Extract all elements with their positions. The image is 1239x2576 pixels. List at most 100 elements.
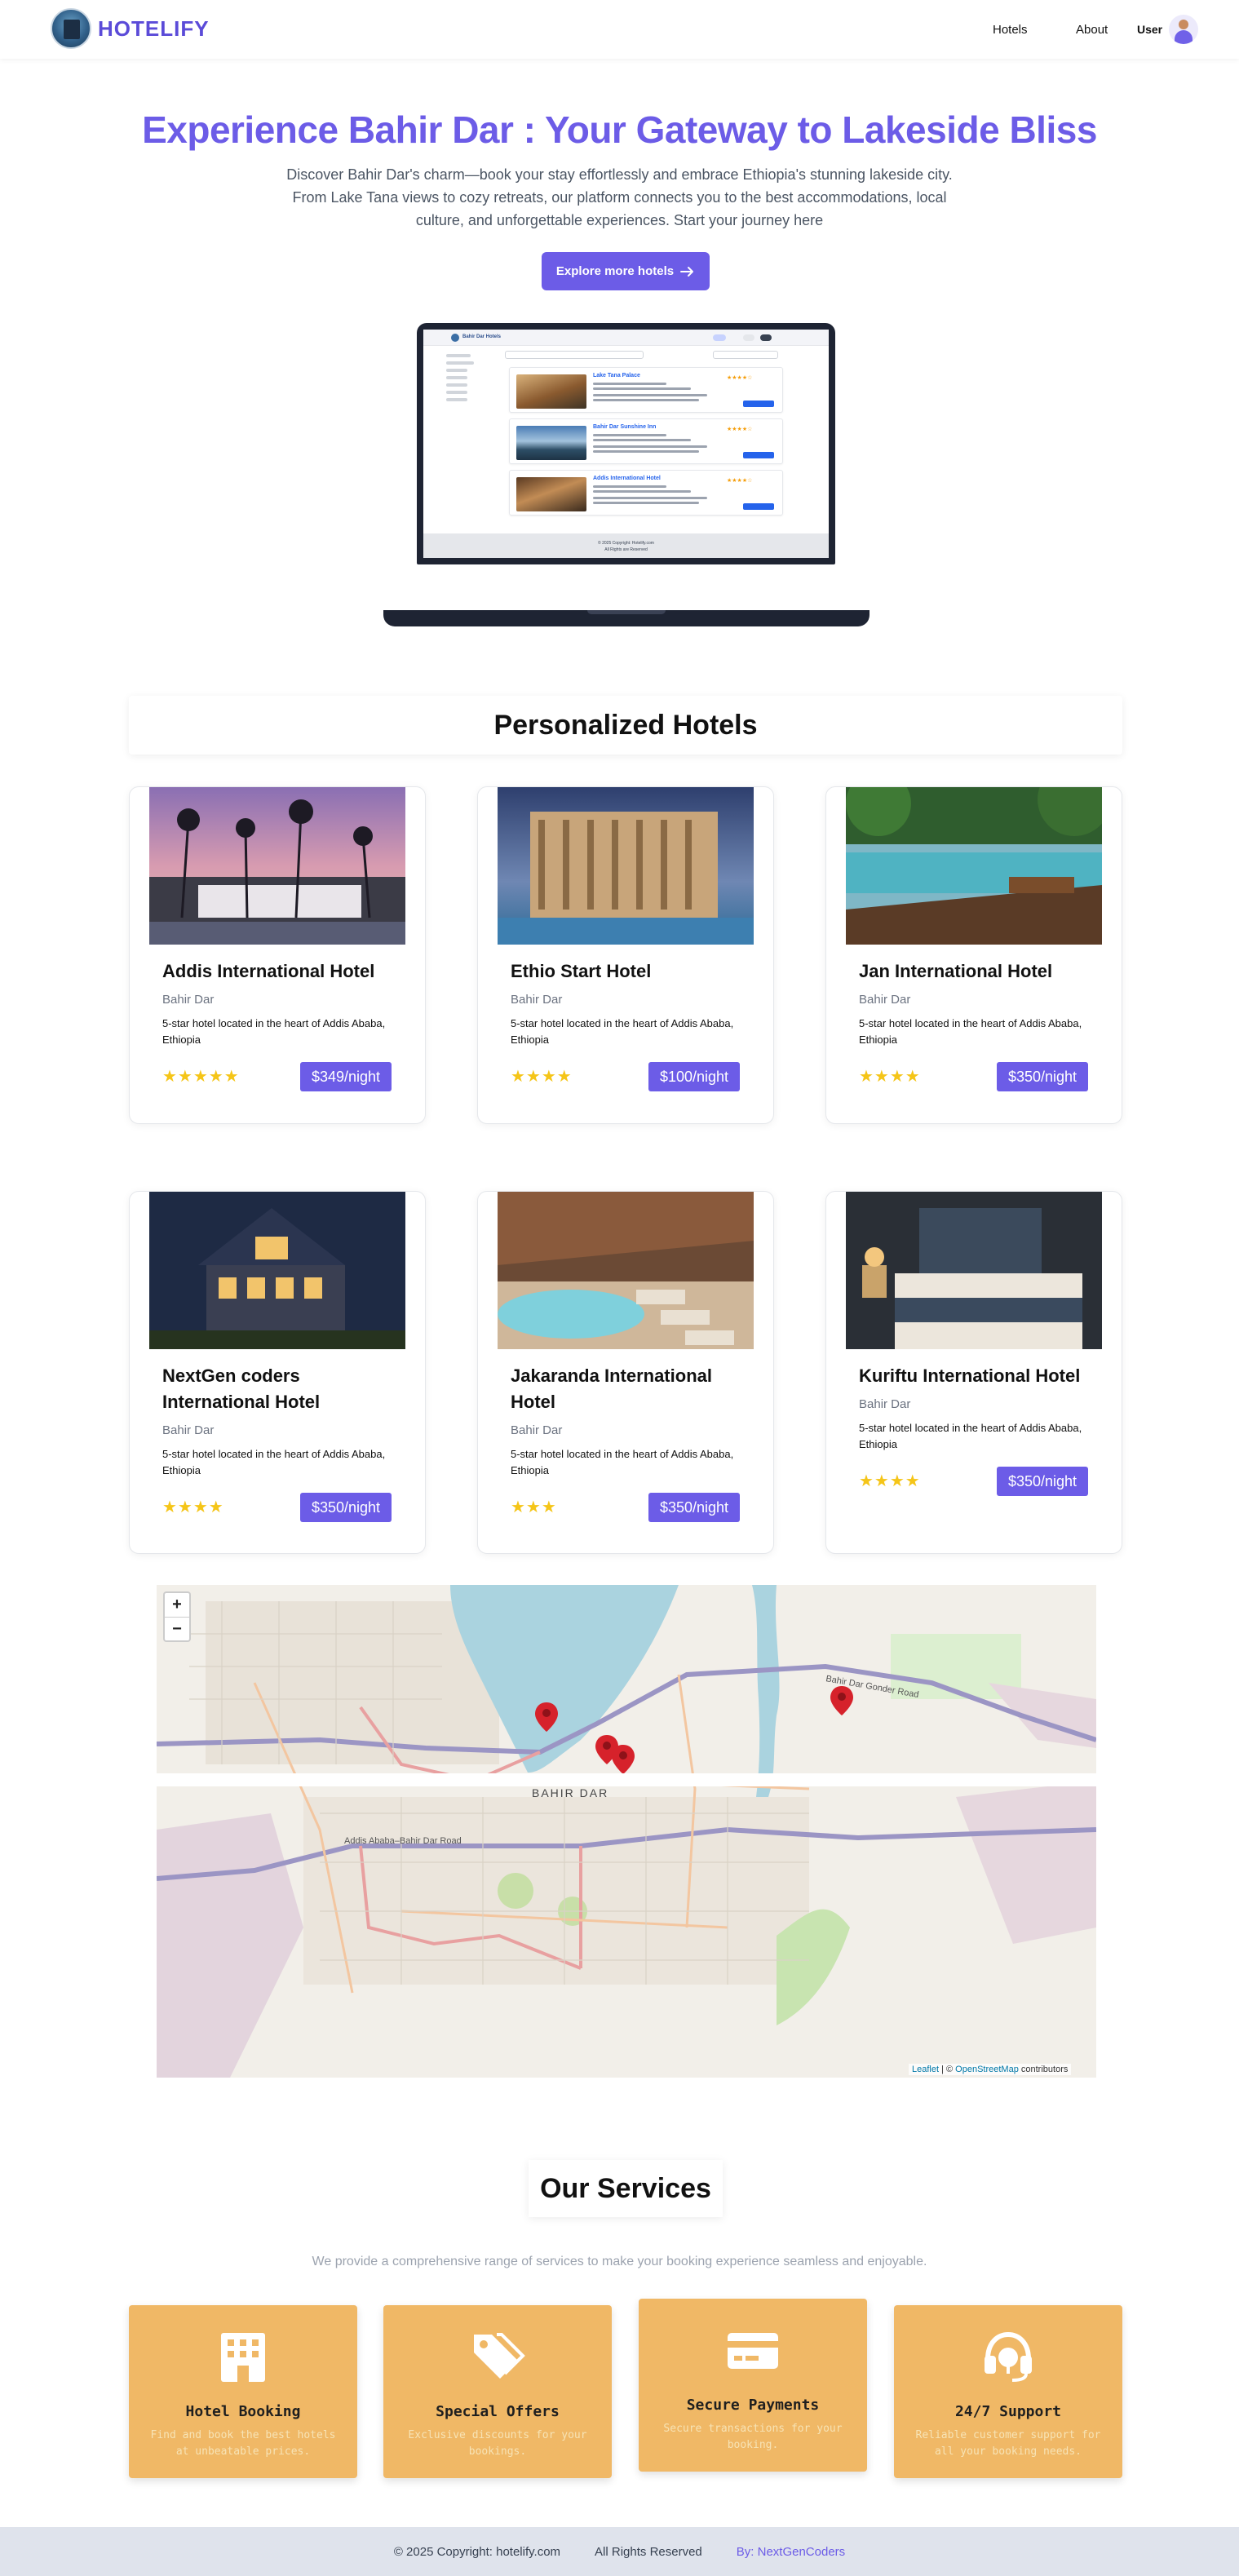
preview-footer: © 2025 Copyright: Hotelify.com All Right… bbox=[423, 533, 829, 558]
service-card-special-offers[interactable]: Special Offers Exclusive discounts for y… bbox=[383, 2305, 612, 2478]
map-attribution: Leaflet | © OpenStreetMap contributors bbox=[909, 2064, 1072, 2075]
hotel-name[interactable]: Jan International Hotel bbox=[859, 958, 1095, 985]
hotel-rating: ★★★ bbox=[511, 1498, 557, 1516]
hotel-card[interactable]: Addis International Hotel Bahir Dar 5-st… bbox=[129, 786, 426, 1124]
personalized-hotels-heading: Personalized Hotels bbox=[129, 696, 1122, 755]
nav-link-about[interactable]: About bbox=[1076, 23, 1108, 37]
hotel-price-badge[interactable]: $350/night bbox=[648, 1493, 740, 1522]
zoom-in-button[interactable]: + bbox=[165, 1593, 189, 1617]
hotel-price-badge[interactable]: $349/night bbox=[300, 1062, 392, 1091]
hotel-name[interactable]: Ethio Start Hotel bbox=[511, 958, 747, 985]
hotel-price-badge[interactable]: $350/night bbox=[300, 1493, 392, 1522]
hotel-image bbox=[498, 787, 754, 945]
preview-filter-list bbox=[446, 354, 479, 405]
hotel-rating: ★★★★ bbox=[859, 1472, 921, 1490]
hotel-card[interactable]: NextGen coders International Hotel Bahir… bbox=[129, 1191, 426, 1554]
user-avatar-icon[interactable] bbox=[1169, 15, 1198, 44]
hotel-card[interactable]: Ethio Start Hotel Bahir Dar 5-star hotel… bbox=[477, 786, 774, 1124]
hotel-price-badge[interactable]: $350/night bbox=[997, 1467, 1088, 1496]
hotel-image bbox=[846, 787, 1102, 945]
services-subtitle: We provide a comprehensive range of serv… bbox=[312, 2255, 927, 2268]
preview-hotel-card: Bahir Dar Sunshine Inn ★★★★☆ bbox=[509, 418, 783, 464]
services-heading: Our Services bbox=[529, 2160, 723, 2217]
service-description: Secure transactions for your booking. bbox=[663, 2423, 843, 2451]
hotel-logo-icon bbox=[51, 8, 91, 49]
map-city-label: BAHIR DAR bbox=[532, 1786, 608, 1799]
laptop-notch bbox=[587, 610, 666, 614]
hotel-location: Bahir Dar bbox=[859, 993, 911, 1007]
hotel-name[interactable]: Jakaranda International Hotel bbox=[511, 1363, 747, 1415]
brand-name: HOTELIFY bbox=[98, 15, 210, 41]
hotel-description: 5-star hotel located in the heart of Add… bbox=[162, 1448, 386, 1476]
hotel-rating: ★★★★ bbox=[511, 1068, 573, 1086]
hero-title: Experience Bahir Dar : Your Gateway to L… bbox=[142, 108, 1097, 151]
tag-icon bbox=[474, 2333, 525, 2379]
explore-hotels-button[interactable]: Explore more hotels bbox=[542, 252, 710, 290]
hotel-card[interactable]: Jakaranda International Hotel Bahir Dar … bbox=[477, 1191, 774, 1554]
map-zoom-control: + − bbox=[163, 1591, 191, 1642]
hero-description: Discover Bahir Dar's charm—book your sta… bbox=[286, 166, 953, 228]
hotel-price-badge[interactable]: $350/night bbox=[997, 1062, 1088, 1091]
service-description: Find and book the best hotels at unbeata… bbox=[150, 2429, 336, 2458]
hotel-location: Bahir Dar bbox=[511, 1423, 563, 1437]
hotel-location: Bahir Dar bbox=[162, 993, 215, 1007]
hotel-description: 5-star hotel located in the heart of Add… bbox=[859, 1422, 1082, 1450]
hotel-location: Bahir Dar bbox=[859, 1397, 911, 1411]
service-name: Special Offers bbox=[436, 2403, 560, 2420]
service-description: Exclusive discounts for your bookings. bbox=[408, 2429, 587, 2458]
service-name: Secure Payments bbox=[686, 2397, 820, 2414]
credit-card-icon bbox=[728, 2333, 778, 2369]
preview-screen: Bahir Dar Hotels Lake Tana Palace ★★★★☆ … bbox=[423, 330, 829, 558]
preview-logo-icon bbox=[451, 334, 459, 342]
osm-link[interactable]: OpenStreetMap bbox=[955, 2065, 1019, 2074]
headset-icon bbox=[985, 2331, 1032, 2382]
building-icon bbox=[221, 2333, 265, 2382]
service-card-secure-payments[interactable]: Secure Payments Secure transactions for … bbox=[639, 2299, 867, 2472]
hotel-card[interactable]: Jan International Hotel Bahir Dar 5-star… bbox=[825, 786, 1122, 1124]
preview-brand: Bahir Dar Hotels bbox=[462, 334, 502, 339]
footer-rights: All Rights Reserved bbox=[595, 2544, 702, 2559]
preview-hotel-card: Addis International Hotel ★★★★☆ bbox=[509, 470, 783, 516]
arrow-right-icon bbox=[680, 266, 694, 277]
preview-hotel-card: Lake Tana Palace ★★★★☆ bbox=[509, 367, 783, 413]
hotel-location: Bahir Dar bbox=[511, 993, 563, 1007]
hotel-rating: ★★★★★ bbox=[162, 1068, 240, 1086]
service-card-hotel-booking[interactable]: Hotel Booking Find and book the best hot… bbox=[129, 2305, 357, 2478]
brand-logo-link[interactable]: HOTELIFY bbox=[51, 8, 210, 49]
hotel-image bbox=[149, 787, 405, 945]
service-name: Hotel Booking bbox=[185, 2403, 301, 2420]
hotel-name[interactable]: Addis International Hotel bbox=[162, 958, 399, 985]
hotel-image bbox=[149, 1192, 405, 1349]
hotel-map[interactable]: BAHIR DAR Bahir Dar Gonder Road Addis Ab… bbox=[157, 1585, 1096, 2078]
preview-sort bbox=[713, 351, 778, 359]
hotel-card[interactable]: Kuriftu International Hotel Bahir Dar 5-… bbox=[825, 1191, 1122, 1554]
service-card-support[interactable]: 24/7 Support Reliable customer support f… bbox=[894, 2305, 1122, 2478]
hotel-image bbox=[846, 1192, 1102, 1349]
nav-link-hotels[interactable]: Hotels bbox=[993, 23, 1028, 37]
page-footer: © 2025 Copyright: hotelify.com All Right… bbox=[0, 2527, 1239, 2576]
footer-copyright: © 2025 Copyright: hotelify.com bbox=[393, 2544, 561, 2559]
hotel-description: 5-star hotel located in the heart of Add… bbox=[511, 1017, 734, 1046]
hotel-price-badge[interactable]: $100/night bbox=[648, 1062, 740, 1091]
service-name: 24/7 Support bbox=[954, 2403, 1062, 2420]
footer-author-link[interactable]: By: NextGenCoders bbox=[737, 2545, 845, 2559]
leaflet-link[interactable]: Leaflet bbox=[912, 2065, 939, 2074]
map-road-label: Addis Ababa–Bahir Dar Road bbox=[344, 1836, 462, 1846]
hotel-location: Bahir Dar bbox=[162, 1423, 215, 1437]
hotel-description: 5-star hotel located in the heart of Add… bbox=[859, 1017, 1082, 1046]
hotel-rating: ★★★★ bbox=[162, 1498, 224, 1516]
hotel-name[interactable]: NextGen coders International Hotel bbox=[162, 1363, 399, 1415]
laptop-preview: Bahir Dar Hotels Lake Tana Palace ★★★★☆ … bbox=[417, 323, 835, 564]
top-navbar: HOTELIFY Hotels About User bbox=[0, 0, 1239, 59]
hotel-description: 5-star hotel located in the heart of Add… bbox=[511, 1448, 734, 1476]
service-description: Reliable customer support for all your b… bbox=[915, 2429, 1101, 2458]
user-label[interactable]: User bbox=[1137, 23, 1162, 36]
preview-search bbox=[505, 351, 644, 359]
hotel-rating: ★★★★ bbox=[859, 1068, 921, 1086]
hotel-image bbox=[498, 1192, 754, 1349]
zoom-out-button[interactable]: − bbox=[165, 1618, 189, 1641]
explore-hotels-label: Explore more hotels bbox=[555, 264, 675, 278]
hotel-name[interactable]: Kuriftu International Hotel bbox=[859, 1363, 1095, 1389]
preview-navbar: Bahir Dar Hotels bbox=[423, 330, 829, 346]
hotel-description: 5-star hotel located in the heart of Add… bbox=[162, 1017, 386, 1046]
